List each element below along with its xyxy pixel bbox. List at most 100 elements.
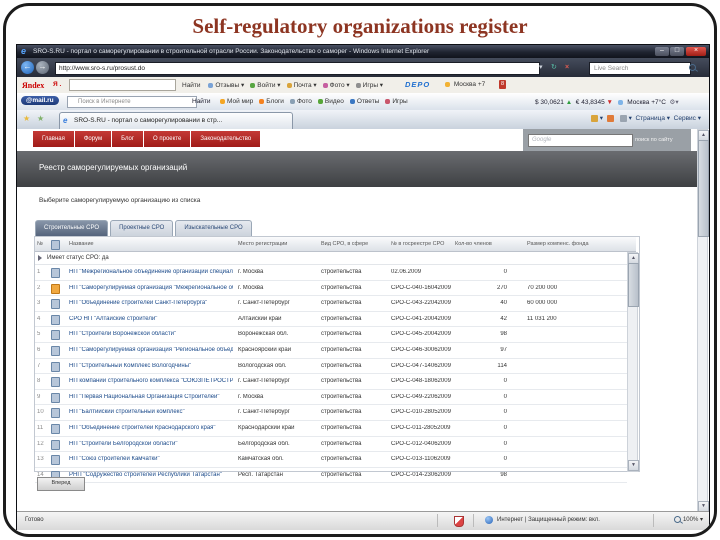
menu-item-3[interactable]: Блог [112, 131, 144, 147]
table-row[interactable]: 9 НП "Первая Национальная Организация Стр… [35, 390, 627, 406]
org-name-link[interactable]: НП "Объединение строителей Краснодарског… [69, 425, 233, 431]
site-search-input[interactable]: Google [528, 134, 633, 147]
address-input[interactable]: http://www.sro-s.ru/prosust.do [55, 62, 540, 75]
yandex-profile[interactable]: Я . [53, 81, 61, 88]
mailru-find-button[interactable]: Найти [192, 98, 211, 105]
add-favorite-icon[interactable]: ★ [37, 114, 44, 123]
minimize-button[interactable]: – [655, 47, 669, 56]
list-scroll-down-icon[interactable]: ▼ [628, 460, 639, 471]
column-header-3[interactable]: Место регистрации [238, 241, 287, 247]
mailru-link[interactable]: Фото [289, 98, 312, 105]
search-input[interactable]: Live Search [589, 62, 691, 75]
list-scroll-thumb[interactable] [628, 263, 639, 307]
phishing-shield-icon[interactable] [454, 516, 464, 527]
zoom-control[interactable]: 100% ▾ [674, 516, 703, 523]
org-name-link[interactable]: НП "Саморегулируемая организация "Межрег… [69, 285, 233, 291]
mailru-link[interactable]: Блоги [259, 98, 284, 105]
tools-menu[interactable]: Сервис [674, 115, 696, 122]
mailru-link[interactable]: Мой мир [220, 98, 253, 105]
yandex-link[interactable]: Отзывы ▾ [208, 81, 244, 89]
mailru-link[interactable]: Ответы [349, 98, 379, 105]
page-scroll-thumb[interactable] [698, 140, 709, 237]
refresh-icon[interactable]: ↻ [551, 62, 557, 73]
mailru-logo[interactable]: @mail.ru [21, 96, 59, 105]
page-menu[interactable]: Страница [635, 115, 664, 122]
org-name-link[interactable]: НП компаний строительного комплекса "СОЮ… [69, 378, 233, 384]
mailru-link[interactable]: Видео [317, 98, 344, 105]
column-header-1[interactable]: № [37, 241, 43, 247]
gear-icon[interactable]: ⚙▾ [670, 99, 679, 106]
table-row[interactable]: 11 НП "Объединение строителей Краснодарск… [35, 421, 627, 437]
list-scrollbar[interactable]: ▲ ▼ [627, 252, 639, 472]
menu-item-5[interactable]: Законодательство [191, 131, 261, 147]
browser-tab[interactable]: e SRO-S.RU - портал о саморегулировании … [59, 112, 293, 129]
collapse-triangle-icon[interactable] [38, 255, 42, 261]
org-name-link[interactable]: СРО НП "Алтайские строители" [69, 316, 233, 322]
yandex-link[interactable]: Почта ▾ [286, 81, 317, 89]
column-header-5[interactable]: № в госреестре СРО [391, 241, 444, 247]
home-dropdown[interactable]: ▾ [600, 115, 603, 122]
tools-menu-arrow[interactable]: ▾ [698, 115, 701, 122]
depo-logo[interactable]: DEPO [405, 80, 430, 89]
table-row[interactable]: 8 НП компаний строительного комплекса "СО… [35, 374, 627, 390]
org-name-link[interactable]: НП "Межрегиональное объединение организа… [69, 269, 233, 275]
table-row[interactable]: 12 НП "Строители Белгородской области" Бел… [35, 437, 627, 453]
table-row[interactable]: 7 НП "Строительный Комплекс Вологодчины" В… [35, 359, 627, 375]
sro-tab-1[interactable]: Строительные СРО [35, 220, 109, 236]
org-name-link[interactable]: НП "Строители Воронежской области" [69, 331, 233, 337]
print-dropdown[interactable]: ▾ [629, 115, 632, 122]
table-row[interactable]: 1 НП "Межрегиональное объединение организ… [35, 265, 627, 281]
table-group-row[interactable]: Имеет статус СРО: да [35, 252, 636, 265]
org-name-link[interactable]: НП "Саморегулируемая организация "Регион… [69, 347, 233, 353]
page-scrollbar[interactable]: ▲ ▼ [697, 129, 709, 511]
table-row[interactable]: 5 НП "Строители Воронежской области" Ворон… [35, 327, 627, 343]
org-name-link[interactable]: НП "Объединение строителей Санкт-Петербу… [69, 300, 233, 306]
stop-icon[interactable]: × [565, 62, 569, 73]
page-scroll-down-icon[interactable]: ▼ [698, 501, 709, 511]
print-icon[interactable] [619, 114, 627, 122]
sro-tab-3[interactable]: Изыскательные СРО [175, 220, 252, 236]
yandex-link[interactable]: Фото ▾ [322, 81, 350, 89]
mailru-search-input[interactable]: Поиск в Интернете [67, 96, 197, 108]
table-row[interactable]: 10 НП "Балтийский строительный комплекс" г… [35, 405, 627, 421]
search-placeholder: Live Search [594, 65, 629, 72]
yandex-link[interactable]: Игры ▾ [355, 81, 383, 89]
table-row[interactable]: 13 НП "Союз строителей Камчатки" Камчатска… [35, 452, 627, 468]
address-dropdown-icon[interactable]: ▾ [539, 62, 543, 73]
org-name-link[interactable]: РНП "Содружество строителей Республики Т… [69, 472, 233, 478]
org-name-link[interactable]: НП "Строительный Комплекс Вологодчины" [69, 363, 233, 369]
favorites-star-icon[interactable]: ★ [23, 114, 30, 123]
yandex-logo[interactable]: Яndex [22, 81, 44, 90]
table-row[interactable]: 6 НП "Саморегулируемая организация "Регио… [35, 343, 627, 359]
table-row[interactable]: 2 НП "Саморегулируемая организация "Межре… [35, 281, 627, 297]
table-row[interactable]: 3 НП "Объединение строителей Санкт-Петерб… [35, 296, 627, 312]
next-page-button[interactable]: Вперед [37, 477, 85, 491]
org-name-link[interactable]: НП "Балтийский строительный комплекс" [69, 409, 233, 415]
column-header-4[interactable]: Вид СРО, в сфере [321, 241, 368, 247]
search-magnifier-icon[interactable] [689, 62, 696, 73]
org-name-link[interactable]: НП "Первая Национальная Организация Стро… [69, 394, 233, 400]
yandex-search-input[interactable] [69, 79, 176, 91]
back-button[interactable]: ← [21, 61, 34, 74]
close-button[interactable]: × [686, 47, 706, 56]
mailru-link[interactable]: Игры [385, 98, 408, 105]
menu-item-2[interactable]: Форум [74, 131, 112, 147]
yandex-find-button[interactable]: Найти [182, 82, 201, 89]
sort-icon[interactable] [51, 240, 60, 250]
menu-item-4[interactable]: О проекте [144, 131, 191, 147]
maximize-button[interactable]: □ [670, 47, 684, 56]
home-icon[interactable] [590, 114, 598, 122]
page-menu-arrow[interactable]: ▾ [667, 115, 670, 122]
column-header-7[interactable]: Размер компенс. фонда [527, 241, 589, 247]
menu-item-1[interactable]: Главная [33, 131, 74, 147]
org-name-link[interactable]: НП "Союз строителей Камчатки" [69, 456, 233, 462]
forward-button[interactable]: → [36, 61, 49, 74]
table-row[interactable]: 4 СРО НП "Алтайские строители" Алтайский к… [35, 312, 627, 328]
column-header-2[interactable]: Название [69, 241, 94, 247]
yandex-link[interactable]: Войти ▾ [250, 81, 281, 89]
feeds-icon[interactable] [606, 114, 614, 122]
org-name-link[interactable]: НП "Строители Белгородской области" [69, 441, 233, 447]
table-row[interactable]: 14 РНП "Содружество строителей Республики… [35, 468, 627, 484]
sro-tab-2[interactable]: Проектные СРО [110, 220, 174, 236]
column-header-6[interactable]: Кол-во членов [455, 241, 492, 247]
